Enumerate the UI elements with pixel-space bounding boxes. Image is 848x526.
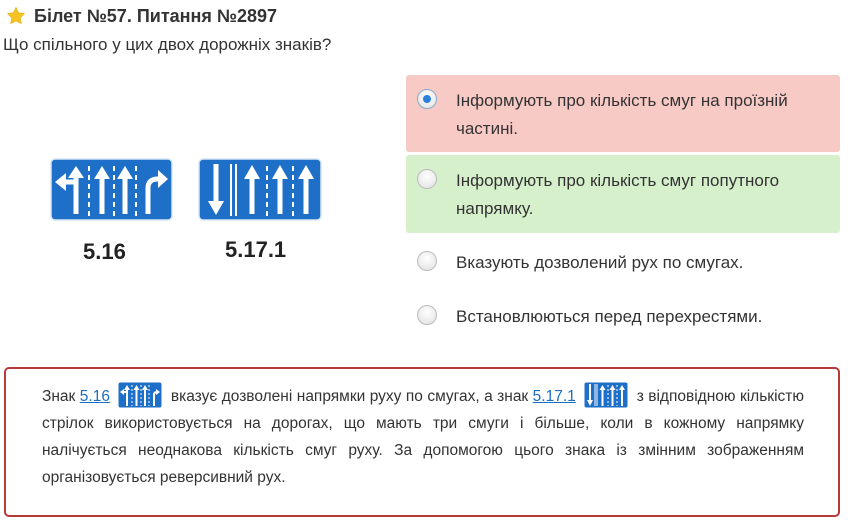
question-header: Білет №57. Питання №2897: [6, 3, 277, 29]
answer-text: Інформують про кількість смуг попутного …: [456, 171, 780, 218]
answer-text: Вказують дозволений рух по смугах.: [456, 253, 744, 272]
sign-5-17-1-label: 5.17.1: [225, 237, 287, 262]
answer-option-2[interactable]: Інформують про кількість смуг попутного …: [406, 155, 840, 233]
radio-button-selected[interactable]: [417, 89, 437, 109]
radio-button[interactable]: [417, 251, 437, 271]
sign-5-17-1-mini-icon: [584, 382, 628, 408]
answer-option-4[interactable]: Встановлюються перед перехрестями.: [406, 290, 840, 344]
explanation-text: Знак: [42, 388, 76, 405]
answer-option-3[interactable]: Вказують дозволений рух по смугах.: [406, 236, 840, 290]
explanation-box: Знак 5.16 вказує дозволені напрямки руху…: [4, 367, 840, 517]
sign-5-16-mini-icon: [118, 382, 162, 408]
radio-button[interactable]: [417, 169, 437, 189]
sign-5-17-1-link[interactable]: 5.17.1: [533, 388, 576, 405]
sign-5-16-link[interactable]: 5.16: [80, 388, 110, 405]
star-icon[interactable]: [6, 6, 26, 26]
answer-text: Встановлюються перед перехрестями.: [456, 307, 763, 326]
explanation-text: вказує дозволені напрямки руху по смугах…: [170, 388, 529, 405]
road-signs-image: 5.16 5.17.1: [50, 155, 330, 275]
sign-5-16-icon: [50, 158, 173, 221]
sign-5-16-label: 5.16: [83, 239, 126, 264]
answer-option-1[interactable]: Інформують про кількість смуг на проїзні…: [406, 75, 840, 152]
radio-button[interactable]: [417, 305, 437, 325]
answer-list: Інформують про кількість смуг на проїзні…: [406, 75, 840, 344]
ticket-title: Білет №57. Питання №2897: [34, 5, 277, 26]
question-text: Що спільного у цих двох дорожніх знаків?: [3, 35, 332, 54]
answer-text: Інформують про кількість смуг на проїзні…: [456, 91, 788, 138]
sign-5-17-1-icon: [198, 158, 322, 221]
